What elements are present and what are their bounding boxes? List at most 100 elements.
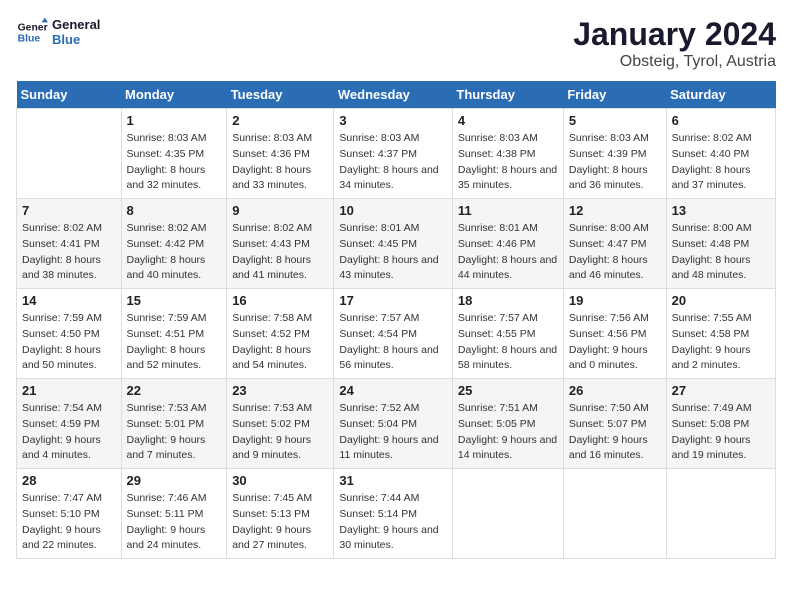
logo-blue: Blue [52,32,100,47]
calendar-cell: 29 Sunrise: 7:46 AMSunset: 5:11 PMDayligh… [121,469,227,559]
day-number: 28 [22,473,116,488]
day-info: Sunrise: 7:52 AMSunset: 5:04 PMDaylight:… [339,401,447,464]
day-number: 22 [127,383,222,398]
day-number: 2 [232,113,328,128]
calendar-cell: 22Sunrise: 7:53 AMSunset: 5:01 PMDayligh… [121,379,227,469]
day-number: 26 [569,383,661,398]
day-info: Sunrise: 7:51 AMSunset: 5:05 PMDaylight:… [458,401,558,464]
day-number: 8 [127,203,222,218]
calendar-week-row: 14 Sunrise: 7:59 AMSunset: 4:50 PMDayligh… [17,289,776,379]
weekday-header-saturday: Saturday [666,81,775,109]
day-info: Sunrise: 8:00 AMSunset: 4:47 PMDaylight:… [569,221,661,284]
day-number: 4 [458,113,558,128]
logo: General Blue General Blue [16,16,100,48]
day-number: 3 [339,113,447,128]
day-number: 25 [458,383,558,398]
day-number: 27 [672,383,770,398]
calendar-cell: 19 Sunrise: 7:56 AMSunset: 4:56 PMDayligh… [563,289,666,379]
day-number: 19 [569,293,661,308]
day-info: Sunrise: 7:50 AMSunset: 5:07 PMDaylight:… [569,401,661,464]
calendar-cell: 3Sunrise: 8:03 AMSunset: 4:37 PMDaylight… [334,109,453,199]
calendar-cell [17,109,122,199]
day-info: Sunrise: 8:03 AMSunset: 4:36 PMDaylight:… [232,131,328,194]
weekday-header-monday: Monday [121,81,227,109]
day-info: Sunrise: 8:03 AMSunset: 4:39 PMDaylight:… [569,131,661,194]
weekday-header-thursday: Thursday [452,81,563,109]
day-number: 12 [569,203,661,218]
header: General Blue General Blue January 2024 O… [16,16,776,71]
day-info: Sunrise: 7:47 AMSunset: 5:10 PMDaylight:… [22,491,116,554]
day-number: 1 [127,113,222,128]
day-number: 31 [339,473,447,488]
day-number: 7 [22,203,116,218]
calendar-week-row: 28 Sunrise: 7:47 AMSunset: 5:10 PMDayligh… [17,469,776,559]
calendar-cell: 15 Sunrise: 7:59 AMSunset: 4:51 PMDayligh… [121,289,227,379]
day-info: Sunrise: 7:58 AMSunset: 4:52 PMDaylight:… [232,311,328,374]
day-number: 29 [127,473,222,488]
calendar-cell: 17 Sunrise: 7:57 AMSunset: 4:54 PMDayligh… [334,289,453,379]
calendar-cell: 28 Sunrise: 7:47 AMSunset: 5:10 PMDayligh… [17,469,122,559]
day-number: 6 [672,113,770,128]
calendar-cell: 25 Sunrise: 7:51 AMSunset: 5:05 PMDayligh… [452,379,563,469]
calendar-cell: 2 Sunrise: 8:03 AMSunset: 4:36 PMDaylight… [227,109,334,199]
calendar-cell: 27 Sunrise: 7:49 AMSunset: 5:08 PMDayligh… [666,379,775,469]
calendar-cell: 13 Sunrise: 8:00 AMSunset: 4:48 PMDayligh… [666,199,775,289]
weekday-header-tuesday: Tuesday [227,81,334,109]
day-number: 16 [232,293,328,308]
page-title: January 2024 [573,16,776,53]
day-info: Sunrise: 7:59 AMSunset: 4:50 PMDaylight:… [22,311,116,374]
day-info: Sunrise: 7:57 AMSunset: 4:54 PMDaylight:… [339,311,447,374]
day-info: Sunrise: 7:53 AMSunset: 5:02 PMDaylight:… [232,401,328,464]
weekday-header-sunday: Sunday [17,81,122,109]
calendar-cell: 12 Sunrise: 8:00 AMSunset: 4:47 PMDayligh… [563,199,666,289]
day-number: 23 [232,383,328,398]
day-number: 14 [22,293,116,308]
day-info: Sunrise: 8:00 AMSunset: 4:48 PMDaylight:… [672,221,770,284]
svg-text:Blue: Blue [18,34,41,45]
day-info: Sunrise: 7:44 AMSunset: 5:14 PMDaylight:… [339,491,447,554]
day-info: Sunrise: 7:55 AMSunset: 4:58 PMDaylight:… [672,311,770,374]
calendar-cell: 23 Sunrise: 7:53 AMSunset: 5:02 PMDayligh… [227,379,334,469]
weekday-header-wednesday: Wednesday [334,81,453,109]
calendar-cell: 10 Sunrise: 8:01 AMSunset: 4:45 PMDayligh… [334,199,453,289]
calendar-cell [563,469,666,559]
day-info: Sunrise: 7:57 AMSunset: 4:55 PMDaylight:… [458,311,558,374]
calendar-cell: 5 Sunrise: 8:03 AMSunset: 4:39 PMDaylight… [563,109,666,199]
day-number: 10 [339,203,447,218]
day-info: Sunrise: 7:49 AMSunset: 5:08 PMDaylight:… [672,401,770,464]
day-info: Sunrise: 7:59 AMSunset: 4:51 PMDaylight:… [127,311,222,374]
title-area: January 2024 Obsteig, Tyrol, Austria [573,16,776,71]
day-number: 11 [458,203,558,218]
calendar-cell: 18 Sunrise: 7:57 AMSunset: 4:55 PMDayligh… [452,289,563,379]
day-number: 15 [127,293,222,308]
calendar-cell: 24Sunrise: 7:52 AMSunset: 5:04 PMDayligh… [334,379,453,469]
day-info: Sunrise: 8:02 AMSunset: 4:41 PMDaylight:… [22,221,116,284]
day-number: 13 [672,203,770,218]
day-info: Sunrise: 8:02 AMSunset: 4:42 PMDaylight:… [127,221,222,284]
day-info: Sunrise: 8:03 AMSunset: 4:38 PMDaylight:… [458,131,558,194]
calendar-cell: 20 Sunrise: 7:55 AMSunset: 4:58 PMDayligh… [666,289,775,379]
day-info: Sunrise: 7:46 AMSunset: 5:11 PMDaylight:… [127,491,222,554]
svg-text:General: General [18,22,48,33]
calendar-cell: 6Sunrise: 8:02 AMSunset: 4:40 PMDaylight… [666,109,775,199]
weekday-header-row: SundayMondayTuesdayWednesdayThursdayFrid… [17,81,776,109]
page-subtitle: Obsteig, Tyrol, Austria [573,53,776,71]
day-info: Sunrise: 8:01 AMSunset: 4:46 PMDaylight:… [458,221,558,284]
calendar-cell: 11 Sunrise: 8:01 AMSunset: 4:46 PMDayligh… [452,199,563,289]
calendar-cell [666,469,775,559]
calendar-cell: 31 Sunrise: 7:44 AMSunset: 5:14 PMDayligh… [334,469,453,559]
day-number: 21 [22,383,116,398]
day-info: Sunrise: 7:45 AMSunset: 5:13 PMDaylight:… [232,491,328,554]
day-number: 17 [339,293,447,308]
calendar-cell: 1Sunrise: 8:03 AMSunset: 4:35 PMDaylight… [121,109,227,199]
calendar-table: SundayMondayTuesdayWednesdayThursdayFrid… [16,81,776,559]
day-number: 18 [458,293,558,308]
day-info: Sunrise: 7:56 AMSunset: 4:56 PMDaylight:… [569,311,661,374]
day-number: 5 [569,113,661,128]
calendar-cell: 21Sunrise: 7:54 AMSunset: 4:59 PMDayligh… [17,379,122,469]
day-number: 20 [672,293,770,308]
weekday-header-friday: Friday [563,81,666,109]
day-number: 9 [232,203,328,218]
day-info: Sunrise: 8:01 AMSunset: 4:45 PMDaylight:… [339,221,447,284]
calendar-cell: 14 Sunrise: 7:59 AMSunset: 4:50 PMDayligh… [17,289,122,379]
